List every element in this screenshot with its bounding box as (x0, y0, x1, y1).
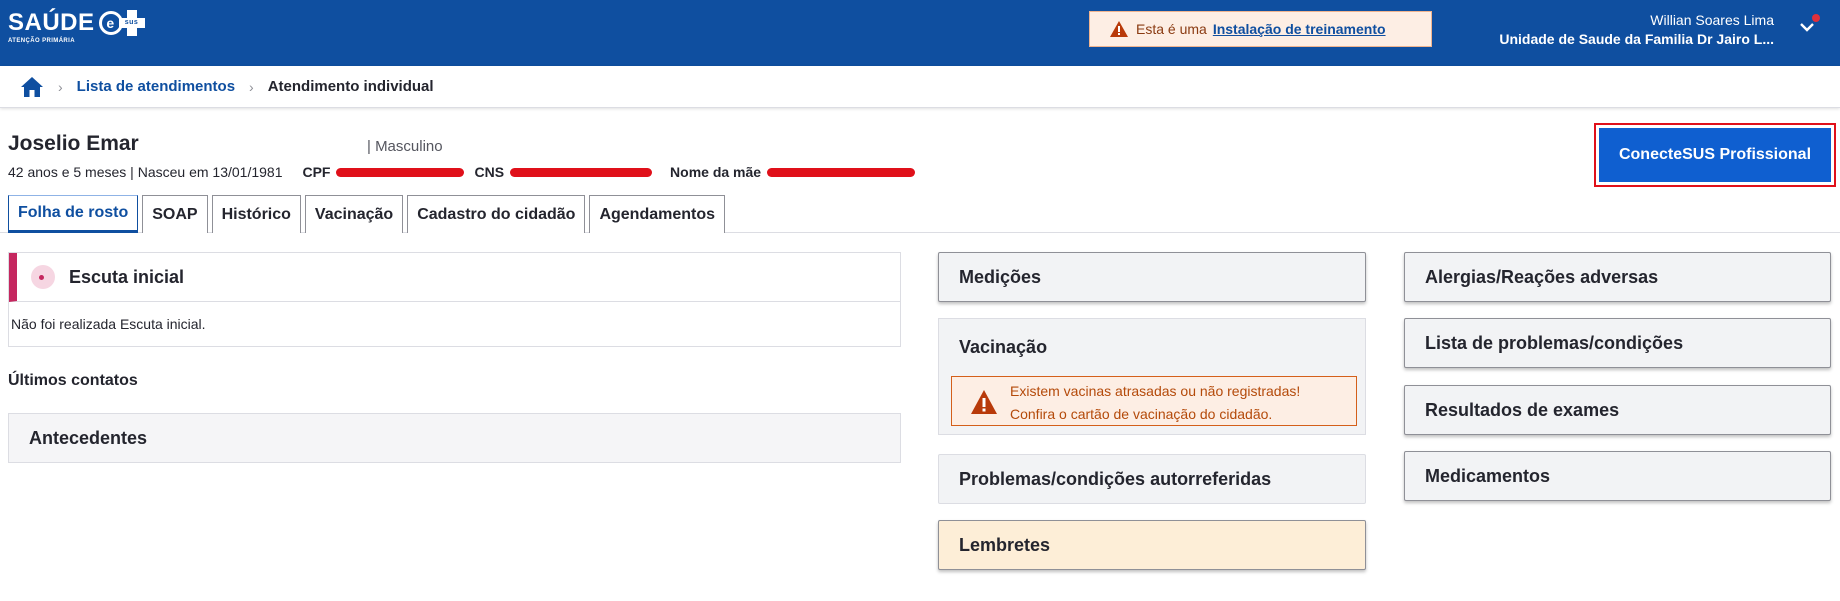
vaccine-alert-line1: Existem vacinas atrasadas ou não registr… (1010, 383, 1301, 399)
lembretes-panel[interactable]: Lembretes (938, 520, 1366, 570)
training-banner: Esta é uma Instalação de treinamento (1089, 11, 1432, 47)
tab-soap[interactable]: SOAP (142, 195, 208, 233)
tab-folha-de-rosto[interactable]: Folha de rosto (8, 195, 139, 233)
cns-redacted (510, 167, 653, 177)
stethoscope-icon (31, 265, 55, 289)
warning-icon (971, 390, 997, 414)
tab-vacinacao[interactable]: Vacinação (304, 195, 404, 233)
user-name: Willian Soares Lima (1650, 12, 1774, 28)
warning-icon (1110, 21, 1128, 37)
home-icon[interactable] (20, 76, 44, 98)
escuta-inicial-title: Escuta inicial (69, 266, 185, 287)
tab-cadastro-cidadao[interactable]: Cadastro do cidadão (407, 195, 586, 233)
lista-problemas-panel[interactable]: Lista de problemas/condições (1404, 318, 1831, 368)
mother-redacted (767, 167, 916, 177)
alergias-panel[interactable]: Alergias/Reações adversas (1404, 252, 1831, 302)
breadcrumb: › Lista de atendimentos › Atendimento in… (0, 66, 1840, 108)
problemas-autorreferidos-panel[interactable]: Problemas/condições autorreferidas (938, 454, 1366, 504)
breadcrumb-lista-atendimentos[interactable]: Lista de atendimentos (77, 78, 235, 95)
conecte-highlight: ConecteSUS Profissional (1594, 123, 1836, 187)
ultimos-contatos-heading: Últimos contatos (8, 372, 138, 389)
breadcrumb-separator-icon: › (58, 78, 63, 95)
training-link[interactable]: Instalação de treinamento (1213, 21, 1386, 37)
patient-details: 42 anos e 5 meses | Nasceu em 13/01/1981… (8, 164, 916, 180)
patient-age-birth: 42 anos e 5 meses | Nasceu em 13/01/1981 (8, 164, 283, 180)
notification-dot (1812, 14, 1820, 22)
conecte-sus-button[interactable]: ConecteSUS Profissional (1599, 128, 1831, 182)
cpf-label: CPF (302, 164, 331, 180)
top-bar: SAÚDE e sus ATENÇÃO PRIMÁRIA Esta é uma … (0, 0, 1840, 66)
esus-logo[interactable]: SAÚDE e sus ATENÇÃO PRIMÁRIA (8, 10, 145, 44)
logo-subtitle: ATENÇÃO PRIMÁRIA (8, 38, 75, 44)
escuta-inicial-text: Não foi realizada Escuta inicial. (11, 316, 206, 332)
vaccine-alert-line2: Confira o cartão de vacinação do cidadão… (1010, 406, 1273, 422)
tab-bar: Folha de rosto SOAP Histórico Vacinação … (8, 195, 726, 233)
vacinacao-title: Vacinação (959, 337, 1048, 357)
patient-sex: | Masculino (367, 138, 443, 155)
vaccine-alert: Existem vacinas atrasadas ou não registr… (951, 376, 1357, 426)
vacinacao-card[interactable]: Vacinação Existem vacinas atrasadas ou n… (938, 318, 1366, 435)
patient-name: Joselio Emar (8, 132, 139, 155)
cpf-redacted (336, 167, 465, 177)
resultados-exames-panel[interactable]: Resultados de exames (1404, 385, 1831, 435)
mother-label: Nome da mãe (670, 164, 762, 180)
training-prefix: Esta é uma (1136, 21, 1207, 37)
escuta-inicial-header: Escuta inicial (9, 253, 900, 302)
tab-historico[interactable]: Histórico (211, 195, 301, 233)
cns-label: CNS (474, 164, 505, 180)
user-unit: Unidade de Saude da Familia Dr Jairo L..… (1499, 31, 1774, 47)
breadcrumb-current: Atendimento individual (267, 78, 434, 95)
user-menu[interactable]: Willian Soares Lima Unidade de Saude da … (1499, 11, 1774, 49)
medicoes-panel[interactable]: Medições (938, 252, 1366, 302)
escuta-inicial-card: Escuta inicial Não foi realizada Escuta … (8, 252, 901, 347)
antecedentes-panel[interactable]: Antecedentes (8, 413, 901, 463)
medicamentos-panel[interactable]: Medicamentos (1404, 451, 1831, 501)
tab-agendamentos[interactable]: Agendamentos (589, 195, 726, 233)
esus-badge-icon: e sus (98, 10, 145, 36)
breadcrumb-separator-icon: › (249, 78, 254, 95)
logo-text: SAÚDE (8, 9, 95, 36)
